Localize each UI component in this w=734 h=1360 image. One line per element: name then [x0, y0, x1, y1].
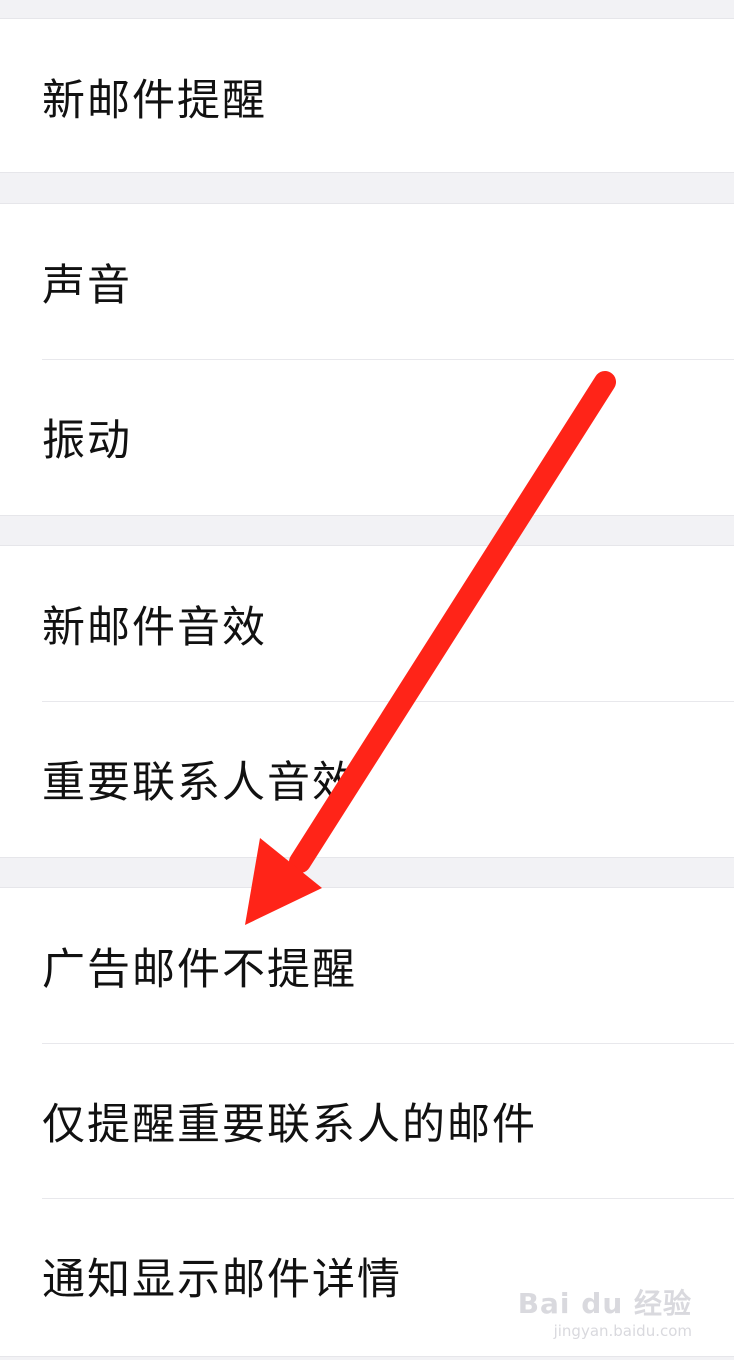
setting-label: 新邮件提醒 [42, 75, 267, 126]
setting-label: 通知显示邮件详情 [42, 1254, 402, 1305]
setting-row-new-mail-tone[interactable]: 新邮件音效 [0, 546, 734, 701]
setting-label: 声音 [42, 260, 132, 311]
setting-label: 振动 [42, 415, 132, 466]
setting-row-sound[interactable]: 声音 [0, 204, 734, 359]
settings-group-tones: 新邮件音效 重要联系人音效 [0, 545, 734, 858]
setting-row-no-ad-alerts[interactable]: 广告邮件不提醒 [0, 888, 734, 1043]
setting-label: 广告邮件不提醒 [42, 944, 357, 995]
setting-label: 新邮件音效 [42, 602, 267, 653]
baidu-jingyan-watermark: Bai du 经验 jingyan.baidu.com [518, 1282, 692, 1340]
setting-row-new-mail-alert[interactable]: 新邮件提醒 [0, 19, 734, 174]
settings-group-new-mail: 新邮件提醒 [0, 18, 734, 173]
settings-group-sound-vibration: 声音 振动 [0, 203, 734, 516]
setting-row-vip-only-alerts[interactable]: 仅提醒重要联系人的邮件 [0, 1043, 734, 1198]
watermark-brand: Bai du 经验 [517, 1287, 692, 1320]
setting-row-vip-tone[interactable]: 重要联系人音效 [0, 701, 734, 856]
setting-label: 仅提醒重要联系人的邮件 [42, 1099, 537, 1150]
settings-page: 新邮件提醒 声音 振动 新邮件音效 重要联系人音效 广告邮件不提醒 仅提醒重要联… [0, 0, 734, 1360]
watermark-url: jingyan.baidu.com [553, 1322, 692, 1340]
setting-row-vibration[interactable]: 振动 [0, 359, 734, 514]
setting-label: 重要联系人音效 [42, 757, 357, 808]
